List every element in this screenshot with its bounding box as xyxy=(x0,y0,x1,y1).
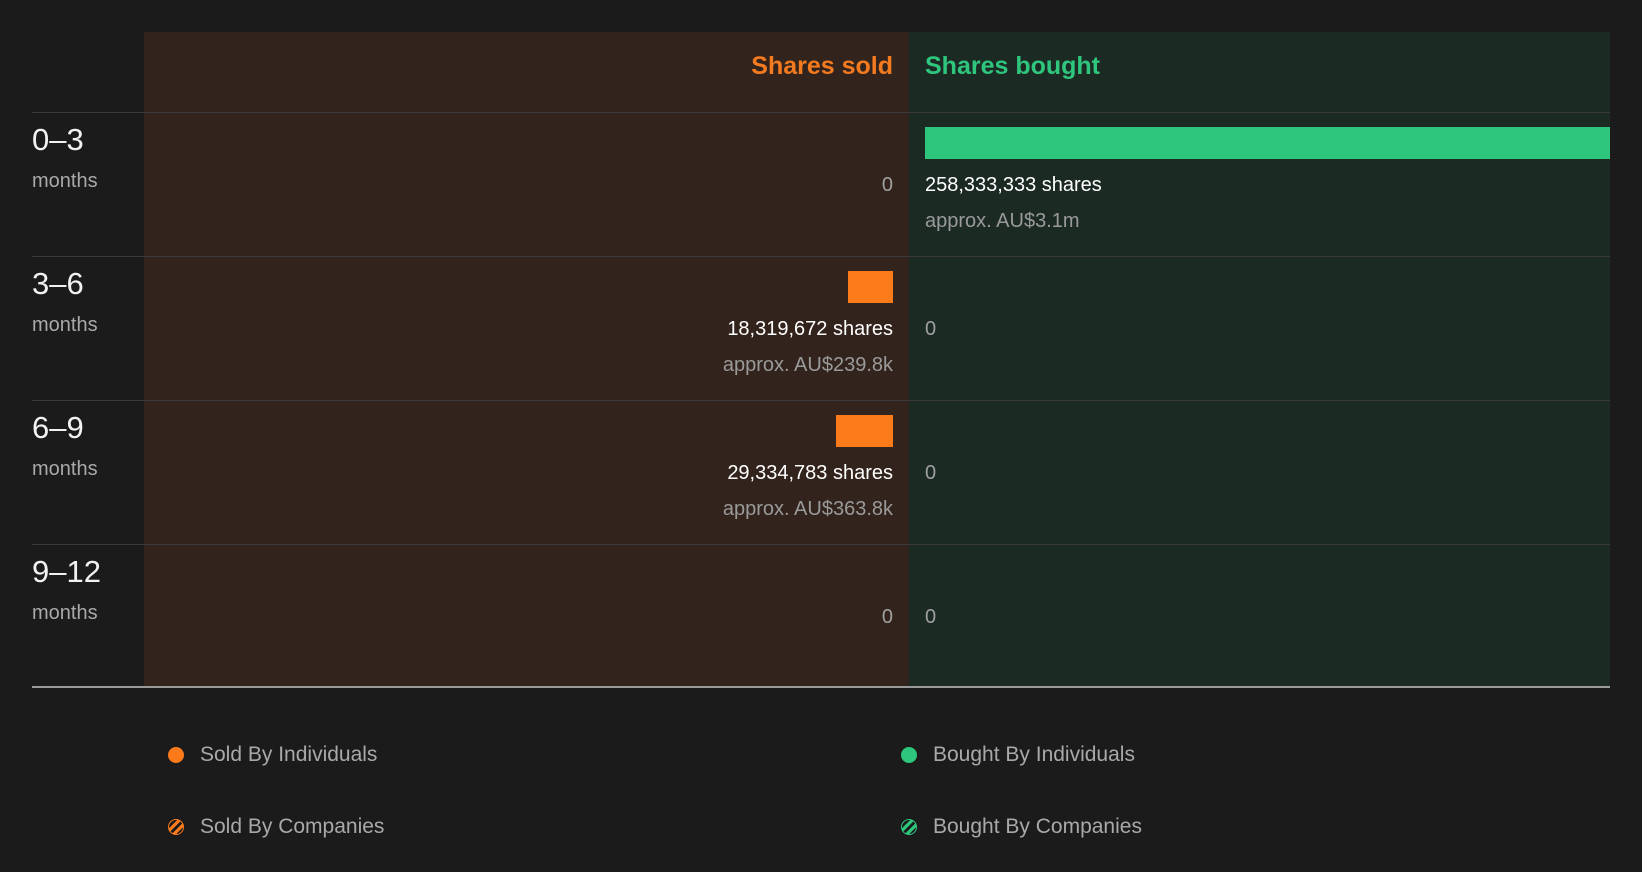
sold-bar xyxy=(836,415,893,447)
period-row: 6–9 months 29,334,783 shares approx. AU$363… xyxy=(0,400,1642,544)
sold-shares-label: 29,334,783 shares xyxy=(727,462,893,484)
sold-bar xyxy=(848,271,893,303)
shares-sold-header: Shares sold xyxy=(751,52,893,80)
period-label: 3–6 xyxy=(32,266,84,301)
period-label: 6–9 xyxy=(32,410,84,445)
solid-swatch-icon xyxy=(168,747,184,763)
period-unit: months xyxy=(32,170,98,192)
chart-baseline xyxy=(32,686,1610,688)
striped-swatch-icon xyxy=(901,819,917,835)
bought-zero-label: 0 xyxy=(925,318,937,340)
solid-swatch-icon xyxy=(901,747,917,763)
bought-zero-label: 0 xyxy=(925,606,937,628)
striped-swatch-icon xyxy=(168,819,184,835)
sold-value-label: approx. AU$363.8k xyxy=(722,498,893,520)
bought-bar xyxy=(925,127,1610,159)
sold-shares-label: 18,319,672 shares xyxy=(727,318,893,340)
legend-label: Bought By Companies xyxy=(933,815,1142,838)
period-unit: months xyxy=(32,458,98,480)
period-label: 0–3 xyxy=(32,122,84,157)
period-unit: months xyxy=(32,602,98,624)
sold-zero-label: 0 xyxy=(881,174,893,196)
period-label: 9–12 xyxy=(32,554,101,589)
shares-bought-header: Shares bought xyxy=(925,52,1101,80)
legend-label: Bought By Individuals xyxy=(933,743,1135,766)
bought-value-label: approx. AU$3.1m xyxy=(925,210,1080,232)
sold-zero-label: 0 xyxy=(881,606,893,628)
period-row: 9–12 months 0 0 xyxy=(0,544,1642,688)
period-row: 0–3 months 0 258,333,333 shares approx. AU$3… xyxy=(0,112,1642,256)
sold-value-label: approx. AU$239.8k xyxy=(722,354,893,376)
period-unit: months xyxy=(32,314,98,336)
bought-zero-label: 0 xyxy=(925,462,937,484)
legend-label: Sold By Companies xyxy=(200,815,385,838)
legend-label: Sold By Individuals xyxy=(200,743,378,766)
period-row: 3–6 months 18,319,672 shares approx. AU$239… xyxy=(0,256,1642,400)
bought-shares-label: 258,333,333 shares xyxy=(925,174,1102,196)
insider-trading-chart: Shares sold Shares bought 0–3 months 0 258,… xyxy=(0,0,1642,872)
